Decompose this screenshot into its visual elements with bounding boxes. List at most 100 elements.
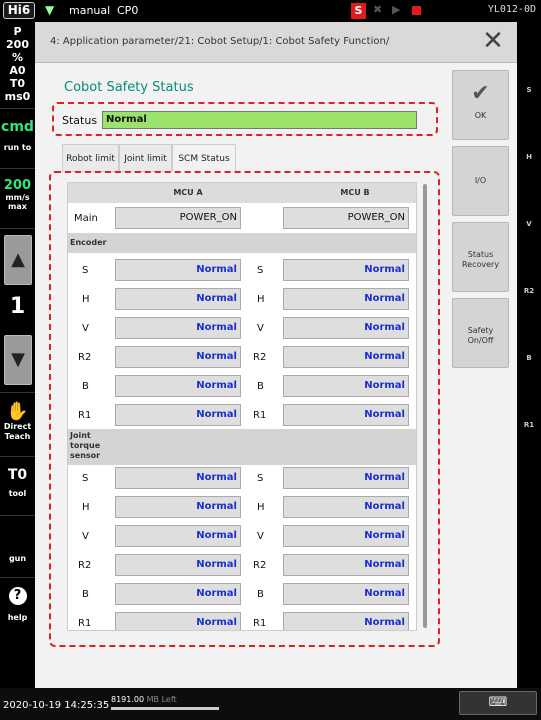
help-icon: ? <box>8 587 27 605</box>
axis-label-b: B <box>526 354 532 362</box>
torque-axis-label: H <box>82 502 90 513</box>
main-mcu-b-value: POWER_ON <box>283 207 409 229</box>
status-recovery-button[interactable]: Status Recovery <box>452 222 509 292</box>
tool-number: T0 <box>7 467 28 483</box>
encoder-mcu-b-value: Normal <box>283 346 409 368</box>
encoder-mcu-a-value: Normal <box>115 404 241 426</box>
hi6-logo: Hi6 <box>3 2 35 19</box>
torque-mcu-b-value: Normal <box>283 583 409 605</box>
keyboard-icon: ⌨ <box>488 695 508 710</box>
encoder-section-header: Encoder <box>68 233 416 253</box>
axis-label-h: H <box>526 153 532 161</box>
torque-mcu-b-value: Normal <box>283 467 409 489</box>
torque-axis-label: S <box>82 473 89 484</box>
step-number: 1 <box>9 294 26 319</box>
torque-axis-label-b: B <box>257 589 264 600</box>
main-mcu-a-value: POWER_ON <box>115 207 241 229</box>
encoder-axis-label: R1 <box>78 410 92 421</box>
close-button[interactable]: ✕ <box>481 28 505 54</box>
tool-button[interactable]: T0 tool <box>0 467 35 498</box>
axis-label-s: S <box>526 86 532 94</box>
t-label: T0 <box>9 77 26 90</box>
speed-button[interactable]: 200 mm/s max <box>0 178 35 211</box>
safety-on-off-button[interactable]: Safety On/Off <box>452 298 509 368</box>
speed-value: 200 <box>3 178 32 193</box>
encoder-mcu-a-value: Normal <box>115 375 241 397</box>
status-field: Normal <box>102 111 417 129</box>
a-label: A0 <box>9 64 26 77</box>
tab-robot-limit[interactable]: Robot limit <box>62 144 119 172</box>
safety-label-1: Safety <box>467 326 494 335</box>
encoder-axis-label-b: V <box>257 323 264 334</box>
top-status-bar: Hi6 ▼ manual CP0 S ✖ ▶ YL012-0D <box>0 0 541 22</box>
status-recovery-label-2: Recovery <box>461 260 500 269</box>
hand-icon: ✋ <box>6 401 29 422</box>
gun-button[interactable]: gun <box>0 554 35 563</box>
encoder-mcu-b-value: Normal <box>283 404 409 426</box>
direct-teach-label-2: Teach <box>4 432 31 441</box>
torque-mcu-a-value: Normal <box>115 554 241 576</box>
speed-mode: max <box>8 202 27 211</box>
direct-teach-button[interactable]: ✋ Direct Teach <box>0 402 35 442</box>
ms-label: ms0 <box>4 90 31 103</box>
encoder-mcu-a-value: Normal <box>115 259 241 281</box>
encoder-axis-label: B <box>82 381 89 392</box>
speed-unit: mm/s <box>5 193 30 202</box>
cmd-label: cmd <box>1 119 34 135</box>
status-group: Status Normal <box>52 102 438 136</box>
cobot-safety-dialog: 4: Application parameter/21: Cobot Setup… <box>35 22 517 688</box>
torque-mcu-b-value: Normal <box>283 525 409 547</box>
safety-label-2: On/Off <box>467 336 494 345</box>
torque-mcu-a-value: Normal <box>115 496 241 518</box>
bottom-status-bar: 2020-10-19 14:25:35 8191.00 MB Left ⌨ <box>0 688 541 720</box>
encoder-axis-label: S <box>82 265 89 276</box>
prog-label: P <box>13 25 22 38</box>
memory-unit: MB Left <box>146 695 177 704</box>
tab-scm-status[interactable]: SCM Status <box>172 144 236 172</box>
torque-mcu-a-value: Normal <box>115 467 241 489</box>
memory-bar-fill <box>111 707 219 710</box>
memory-readout: 8191.00 MB Left <box>111 695 177 704</box>
mode-label: manual <box>69 4 111 17</box>
program-label: CP0 <box>117 4 139 17</box>
step-up-button[interactable]: ▲ <box>4 235 32 285</box>
step-down-button[interactable]: ▼ <box>4 335 32 385</box>
table-scrollbar[interactable] <box>423 184 427 628</box>
encoder-axis-label-b: S <box>257 265 264 276</box>
torque-axis-label: R2 <box>78 560 92 571</box>
encoder-mcu-a-value: Normal <box>115 346 241 368</box>
torque-section-header: Joint torque sensor <box>68 429 416 465</box>
check-icon: ✔ <box>471 81 490 106</box>
run-to-label: run to <box>3 143 32 152</box>
encoder-axis-label-b: R2 <box>253 352 267 363</box>
user-icon: ▼ <box>45 3 55 17</box>
percent-label: % <box>11 51 24 64</box>
torque-axis-label: B <box>82 589 89 600</box>
help-button[interactable]: ? help <box>0 587 35 622</box>
torque-mcu-a-value: Normal <box>115 583 241 605</box>
ok-button[interactable]: ✔ OK <box>452 70 509 140</box>
encoder-mcu-a-value: Normal <box>115 317 241 339</box>
axis-label-v: V <box>526 220 532 228</box>
tab-joint-limit[interactable]: Joint limit <box>119 144 172 172</box>
axis-label-r1: R1 <box>523 421 535 429</box>
scm-status-table: MCU A MCU B Main POWER_ON POWER_ON Encod… <box>67 182 417 631</box>
program-info[interactable]: P 200 % A0 T0 ms0 <box>0 25 35 103</box>
encoder-mcu-b-value: Normal <box>283 288 409 310</box>
cmd-button[interactable]: cmd run to <box>0 119 35 152</box>
status-recovery-label-1: Status <box>467 250 494 259</box>
torque-axis-label-b: H <box>257 502 265 513</box>
dialog-header: 4: Application parameter/21: Cobot Setup… <box>35 22 517 63</box>
keyboard-button[interactable]: ⌨ <box>459 691 537 715</box>
encoder-axis-label: V <box>82 323 89 334</box>
direct-teach-label-1: Direct <box>3 422 32 431</box>
torque-axis-label: R1 <box>78 618 92 629</box>
mcu-a-header: MCU A <box>173 188 203 197</box>
torque-axis-label: V <box>82 531 89 542</box>
encoder-mcu-b-value: Normal <box>283 375 409 397</box>
io-button[interactable]: I/O <box>452 146 509 216</box>
breadcrumb: 4: Application parameter/21: Cobot Setup… <box>50 36 390 47</box>
tool-label: tool <box>8 489 27 498</box>
encoder-axis-label: H <box>82 294 90 305</box>
datetime: 2020-10-19 14:25:35 <box>3 700 110 711</box>
